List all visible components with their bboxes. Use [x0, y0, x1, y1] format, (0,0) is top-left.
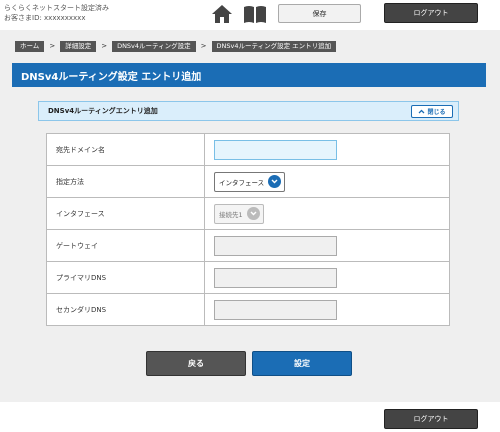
collapse-button[interactable]: 閉じる	[411, 105, 453, 118]
interface-cell: 接続先1	[204, 197, 450, 230]
interface-label: インタフェース	[46, 197, 205, 230]
form-row-secondary-dns: セカンダリDNS	[46, 293, 450, 326]
submit-button[interactable]: 設定	[252, 351, 352, 376]
breadcrumb-dns-routing[interactable]: DNSv4ルーティング設定	[112, 40, 196, 52]
top-header: らくらくネットスタート設定済み お客さまID: xxxxxxxxxx 保存 ログ…	[0, 0, 500, 30]
breadcrumb-advanced-settings[interactable]: 詳細設定	[60, 40, 97, 52]
gateway-label: ゲートウェイ	[46, 229, 205, 262]
breadcrumb-separator: >	[49, 42, 56, 50]
site-status-line: らくらくネットスタート設定済み	[4, 4, 109, 12]
form-row-gateway: ゲートウェイ	[46, 229, 450, 262]
secondary-dns-cell	[204, 293, 450, 326]
form-row-domain: 宛先ドメイン名	[46, 133, 450, 166]
chevron-down-icon	[268, 175, 282, 188]
save-button[interactable]: 保存	[278, 4, 361, 23]
chevron-up-icon	[419, 109, 425, 114]
form-row-method: 指定方法 インタフェース	[46, 165, 450, 198]
gateway-input[interactable]	[214, 235, 337, 256]
interface-select[interactable]: 接続先1	[214, 203, 264, 224]
chevron-down-icon	[246, 207, 260, 220]
home-icon[interactable]	[211, 4, 233, 24]
primary-dns-cell	[204, 261, 450, 294]
entry-form: 宛先ドメイン名 指定方法 インタフェース インタフェース 接続先1 ゲートウェイ…	[46, 133, 450, 326]
breadcrumb-separator: >	[200, 42, 207, 50]
footer-logout-button[interactable]: ログアウト	[384, 409, 478, 429]
breadcrumb-current: DNSv4ルーティング設定 エントリ追加	[211, 40, 337, 52]
form-row-interface: インタフェース 接続先1	[46, 197, 450, 230]
primary-dns-input[interactable]	[214, 267, 337, 288]
method-cell: インタフェース	[204, 165, 450, 198]
page-title: DNSv4ルーティング設定 エントリ追加	[12, 63, 486, 87]
domain-label: 宛先ドメイン名	[46, 133, 205, 166]
site-status: らくらくネットスタート設定済み お客さまID: xxxxxxxxxx	[4, 3, 109, 23]
method-selected-value: インタフェース	[219, 178, 265, 187]
primary-dns-label: プライマリDNS	[46, 261, 205, 294]
secondary-dns-label: セカンダリDNS	[46, 293, 205, 326]
breadcrumb: ホーム > 詳細設定 > DNSv4ルーティング設定 > DNSv4ルーティング…	[15, 40, 337, 52]
customer-id: お客さまID: xxxxxxxxxx	[4, 14, 86, 22]
collapse-label: 閉じる	[427, 109, 446, 116]
method-select[interactable]: インタフェース	[214, 171, 286, 192]
form-row-primary-dns: プライマリDNS	[46, 261, 450, 294]
interface-selected-value: 接続先1	[219, 210, 243, 219]
domain-cell	[204, 133, 450, 166]
book-icon[interactable]	[243, 4, 267, 24]
breadcrumb-home[interactable]: ホーム	[15, 40, 45, 52]
breadcrumb-separator: >	[101, 42, 108, 50]
back-button[interactable]: 戻る	[146, 351, 246, 376]
section-header: DNSv4ルーティングエントリ追加 閉じる	[38, 101, 459, 121]
gateway-cell	[204, 229, 450, 262]
domain-input[interactable]	[214, 139, 337, 160]
logout-button[interactable]: ログアウト	[384, 3, 478, 23]
secondary-dns-input[interactable]	[214, 299, 337, 320]
method-label: 指定方法	[46, 165, 205, 198]
section-title: DNSv4ルーティングエントリ追加	[48, 107, 158, 115]
